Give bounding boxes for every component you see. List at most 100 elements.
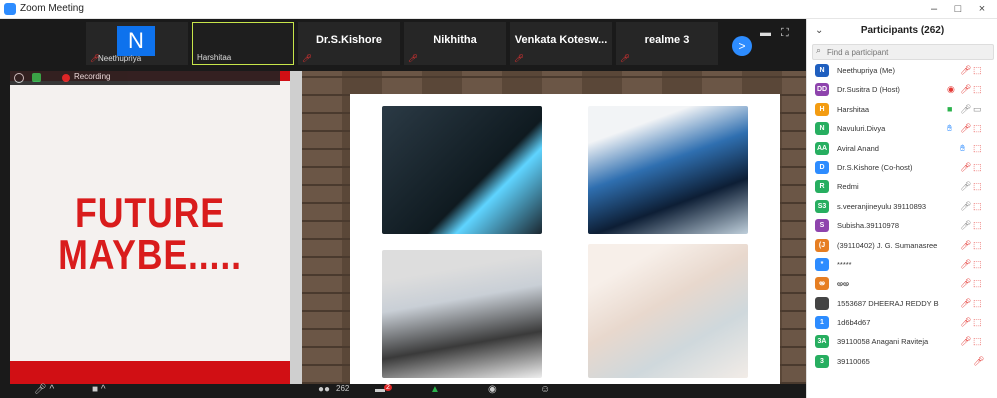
video-tile-realme[interactable]: realme 3 🎤︎ — [616, 22, 718, 65]
video-off-icon: ⬚ — [973, 258, 982, 269]
mic-muted-icon: 🎤︎ — [960, 258, 972, 269]
mic-icon: 🎤︎ — [960, 181, 972, 192]
participant-row[interactable]: R Redmi 🎤︎ ⬚ — [807, 177, 997, 196]
view-layout-icon[interactable]: ▬ — [760, 27, 771, 39]
avatar: DD — [815, 83, 829, 97]
participant-name: Navuluri.Divya — [837, 124, 886, 134]
mic-muted-icon[interactable]: 🎤︎ ^ — [34, 384, 54, 395]
slide-heading-line2: MAYBE..... — [58, 231, 242, 278]
avatar: S — [815, 219, 829, 233]
mic-icon: 🎤︎ — [960, 103, 972, 114]
window-title: Zoom Meeting — [20, 3, 84, 14]
participant-name: 1553687 DHEERAJ REDDY B — [837, 298, 939, 308]
participant-row[interactable]: 3 39110065 🎤︎ — [807, 352, 997, 371]
mic-muted-icon: 🎤︎ — [960, 123, 972, 134]
mic-muted-icon: 🎤︎ — [514, 54, 525, 63]
participant-row[interactable]: 1553687 DHEERAJ REDDY B 🎤︎ ⬚ — [807, 294, 997, 313]
participant-row[interactable]: 3A 39110058 Anagani Raviteja 🎤︎ ⬚ — [807, 332, 997, 351]
participant-row[interactable]: * ***** 🎤︎ ⬚ — [807, 255, 997, 274]
participant-search: ⌕ — [812, 44, 994, 60]
video-tile-harshitaa[interactable]: Harshitaa — [192, 22, 294, 65]
video-tile-neethupriya[interactable]: N 🎤︎ Neethupriya — [86, 22, 188, 65]
next-page-button[interactable]: > — [732, 36, 752, 56]
reactions-icon[interactable]: ☺ — [540, 384, 550, 395]
participant-row[interactable]: N Navuluri.Divya ✋︎ 🎤︎ ⬚ — [807, 119, 997, 138]
participant-name: (39110402) J. G. Sumanasree — [837, 240, 938, 250]
participant-row[interactable]: D Dr.S.Kishore (Co-host) 🎤︎ ⬚ — [807, 158, 997, 177]
avatar: అ — [815, 277, 829, 291]
meeting-main: N 🎤︎ Neethupriya Harshitaa Dr.S.Kishore … — [0, 19, 806, 398]
screen-share-view: FUTURE MAYBE..... — [10, 71, 806, 384]
mic-muted-icon: 🎤︎ — [302, 54, 313, 63]
share-screen-icon[interactable]: ▲ — [430, 384, 440, 395]
video-tile-nikhitha[interactable]: Nikhitha 🎤︎ — [404, 22, 506, 65]
transparent-keyboard-image — [588, 244, 748, 378]
mic-muted-icon: 🎤︎ — [960, 239, 972, 250]
video-off-icon: ⬚ — [973, 297, 982, 308]
participants-panel: ⌄ Participants (262) ⌕ N Neethupriya (Me)… — [806, 19, 997, 398]
mic-icon: 🎤︎ — [960, 200, 972, 211]
avatar: 3 — [815, 354, 829, 368]
participant-name: Harshitaa — [837, 104, 870, 114]
meeting-toolbar: 🎤︎ ^ ■ ^ ●● 262 ▬ 2 ▲ ◉ ☺ — [0, 384, 806, 398]
participants-count: 262 — [336, 384, 350, 393]
curved-laptop-image — [588, 106, 748, 234]
tile-name: Nikhitha — [433, 34, 477, 46]
participant-name: 39110065 — [837, 356, 870, 366]
participant-name: Dr.S.Kishore (Co-host) — [837, 162, 913, 172]
slide-divider — [290, 71, 302, 384]
video-off-icon: ⬚ — [973, 200, 982, 211]
red-bar-bottom — [10, 361, 290, 384]
tile-name: Dr.S.Kishore — [315, 34, 383, 46]
video-strip: N 🎤︎ Neethupriya Harshitaa Dr.S.Kishore … — [0, 19, 806, 68]
video-off-icon: ⬚ — [973, 239, 982, 250]
video-off-icon: ⬚ — [973, 123, 982, 134]
mic-muted-icon: 🎤︎ — [960, 297, 972, 308]
participant-row[interactable]: అ అఅ 🎤︎ ⬚ — [807, 274, 997, 293]
mic-muted-icon: 🎤︎ — [960, 84, 972, 95]
mic-muted-icon: 🎤︎ — [960, 278, 972, 289]
participant-row[interactable]: S3 s.veeranjineyulu 39110893 🎤︎ ⬚ — [807, 197, 997, 216]
slide-heading-line1: FUTURE — [75, 189, 225, 236]
participants-icon[interactable]: ●● — [318, 384, 330, 395]
mic-muted-icon: 🎤︎ — [408, 54, 419, 63]
participant-row[interactable]: H Harshitaa ■ 🎤︎ ▭ — [807, 100, 997, 119]
search-input[interactable] — [827, 45, 987, 59]
search-icon: ⌕ — [816, 45, 822, 55]
avatar — [815, 296, 829, 310]
record-icon[interactable]: ◉ — [488, 384, 497, 395]
participant-row[interactable]: AA Aviral Anand ✋︎ ⬚ — [807, 139, 997, 158]
avatar: AA — [815, 141, 829, 155]
avatar: 3A — [815, 335, 829, 349]
participant-name: ***** — [837, 259, 852, 269]
tile-name: Venkata Kotesw... — [514, 34, 608, 46]
participant-row[interactable]: (J (39110402) J. G. Sumanasree 🎤︎ ⬚ — [807, 236, 997, 255]
video-tile-venkata[interactable]: Venkata Kotesw... 🎤︎ — [510, 22, 612, 65]
avatar: D — [815, 160, 829, 174]
zoom-logo-icon — [4, 3, 16, 15]
video-off-icon: ⬚ — [973, 278, 982, 289]
participant-name: అఅ — [837, 279, 849, 289]
foldable-phone-image — [382, 106, 542, 234]
video-off-icon[interactable]: ■ ^ — [92, 384, 106, 395]
participant-row[interactable]: 1 1d6b4d67 🎤︎ ⬚ — [807, 313, 997, 332]
video-off-icon: ⬚ — [973, 220, 982, 231]
participant-name: Subisha.39110978 — [837, 221, 899, 231]
security-shield-icon[interactable] — [32, 73, 41, 82]
close-button[interactable]: × — [968, 1, 996, 17]
video-icon: ▭ — [973, 103, 982, 114]
video-off-icon: ⬚ — [973, 336, 982, 347]
mic-icon: 🎤︎ — [960, 220, 972, 231]
mic-muted-icon: 🎤︎ — [960, 161, 972, 172]
participant-row[interactable]: N Neethupriya (Me) 🎤︎ ⬚ — [807, 61, 997, 80]
participant-name: Dr.Susitra D (Host) — [837, 85, 900, 95]
participant-row[interactable]: DD Dr.Susitra D (Host) ◉ 🎤︎ ⬚ — [807, 80, 997, 99]
participant-name: 39110058 Anagani Raviteja — [837, 337, 929, 347]
participant-row[interactable]: S Subisha.39110978 🎤︎ ⬚ — [807, 216, 997, 235]
info-icon[interactable] — [14, 73, 24, 83]
video-tile-kishore[interactable]: Dr.S.Kishore 🎤︎ — [298, 22, 400, 65]
fullscreen-icon[interactable]: ⛶ — [781, 27, 789, 40]
avatar: H — [815, 102, 829, 116]
mic-muted-icon: 🎤︎ — [960, 65, 972, 75]
mic-muted-icon: 🎤︎ — [960, 317, 972, 328]
